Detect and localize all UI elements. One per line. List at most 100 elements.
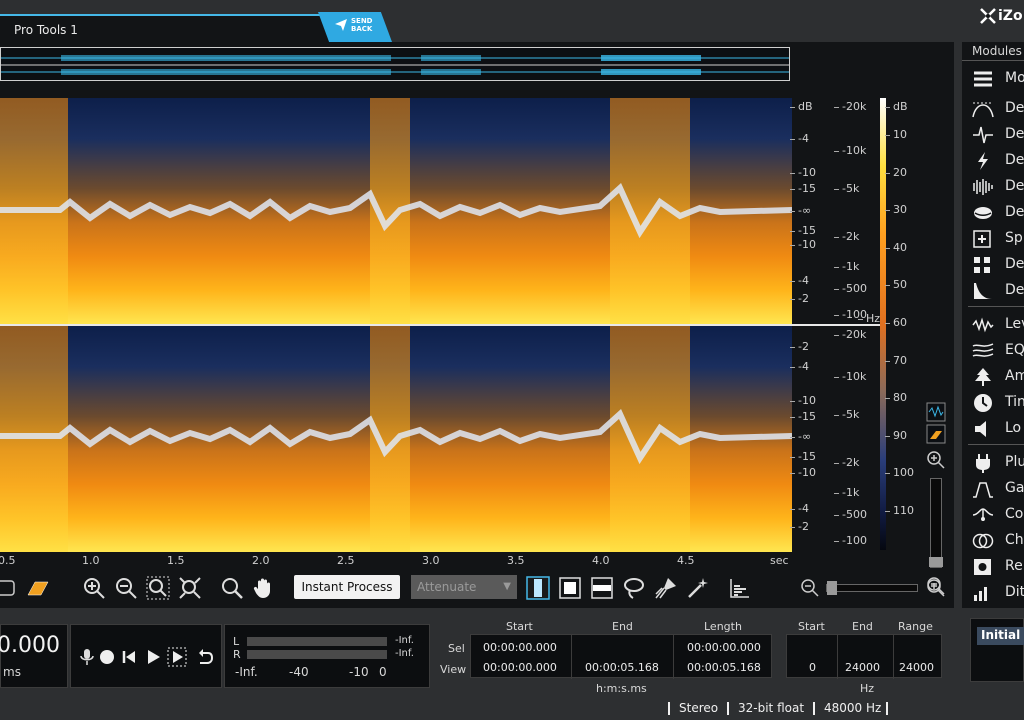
view-length[interactable]: 00:00:05.168 <box>687 661 761 674</box>
channel-ops-icon <box>972 533 994 549</box>
module-item[interactable]: Tin <box>962 390 1024 416</box>
hand-tool-icon[interactable] <box>252 576 276 600</box>
loop-button[interactable] <box>195 647 215 667</box>
module-item[interactable]: De <box>962 148 1024 174</box>
play-selection-button[interactable] <box>167 647 187 667</box>
db-tick: -2 <box>790 292 809 305</box>
db-tick: -4 <box>790 502 809 515</box>
time-frequency-selection-icon[interactable] <box>558 576 582 600</box>
sel-start[interactable]: 00:00:00.000 <box>483 641 557 654</box>
time-tick: 0.5 <box>0 554 16 567</box>
vertical-zoom-in-icon[interactable] <box>926 450 946 470</box>
module-item[interactable]: Lev <box>962 312 1024 338</box>
speaker-icon <box>975 421 986 437</box>
module-label: EQ <box>1005 342 1024 358</box>
module-item[interactable]: Lo <box>962 416 1024 442</box>
brush-tool-icon[interactable] <box>654 576 678 600</box>
attenuate-dropdown[interactable]: Attenuate ▼ <box>411 575 517 599</box>
tab-pro-tools[interactable]: Pro Tools 1 <box>0 14 330 42</box>
ambience-tree-icon <box>975 368 991 386</box>
waveform-overview[interactable] <box>0 47 790 81</box>
preset-list: Initial S <box>970 618 1024 682</box>
frequency-table: 0 24000 24000 <box>786 634 942 679</box>
freq-end[interactable]: 24000 <box>845 661 880 674</box>
meter-left-value: -Inf. <box>395 635 414 646</box>
lasso-tool-icon[interactable] <box>622 576 646 600</box>
module-label: De <box>1005 256 1024 272</box>
rewind-button[interactable] <box>119 647 139 667</box>
module-item[interactable]: Ch <box>962 528 1024 554</box>
db-tick: -10 <box>790 466 816 479</box>
zoom-selection-icon[interactable] <box>146 576 170 600</box>
spectrogram-left-channel[interactable] <box>0 98 792 324</box>
spectrogram-toggle-icon[interactable] <box>26 576 50 600</box>
module-item[interactable]: Plu <box>962 450 1024 476</box>
module-item[interactable]: Ga <box>962 476 1024 502</box>
module-item[interactable]: Am <box>962 364 1024 390</box>
freq-start[interactable]: 0 <box>809 661 816 674</box>
horizontal-zoom-thumb[interactable] <box>827 581 837 595</box>
zoom-tool-icon[interactable] <box>220 576 244 600</box>
zoom-fit-icon[interactable] <box>178 576 202 600</box>
freq-range[interactable]: 24000 <box>899 661 934 674</box>
module-item[interactable]: Dit <box>962 580 1024 606</box>
module-item[interactable]: De <box>962 122 1024 148</box>
right-waveform <box>0 409 792 465</box>
play-button[interactable] <box>143 647 163 667</box>
spectrogram[interactable] <box>0 98 880 552</box>
module-item[interactable]: Re <box>962 554 1024 580</box>
spectrogram-view-icon[interactable] <box>926 424 946 444</box>
sel-length[interactable]: 00:00:00.000 <box>687 641 761 654</box>
waveform-view-icon[interactable] <box>926 402 946 422</box>
transport-area: 0.000 ms L R -Inf. -Inf. -Inf. -40 -10 0… <box>0 612 1024 696</box>
zoom-in-icon[interactable] <box>82 576 106 600</box>
selection-table: 00:00:00.000 00:00:00.000 00:00:00.000 0… <box>470 634 772 679</box>
module-item[interactable]: Mo <box>962 66 1024 92</box>
module-item[interactable]: Sp <box>962 226 1024 252</box>
view-end[interactable]: 00:00:05.168 <box>585 661 659 674</box>
divider <box>673 635 674 679</box>
module-item[interactable]: De <box>962 252 1024 278</box>
cb-tick: 80 <box>885 391 907 404</box>
meter-scale: -Inf. <box>235 665 258 679</box>
toggle-button[interactable] <box>0 576 18 600</box>
module-item[interactable]: Co <box>962 502 1024 528</box>
status-channels: Stereo <box>679 701 719 715</box>
microphone-icon[interactable] <box>77 647 97 667</box>
spectrogram-right-channel[interactable] <box>0 326 792 552</box>
view-start[interactable]: 00:00:00.000 <box>483 661 557 674</box>
vertical-zoom-slider[interactable] <box>929 478 943 568</box>
meter-scale: 0 <box>379 665 387 679</box>
send-back-button[interactable]: SEND BACK <box>318 12 392 42</box>
module-item[interactable]: De <box>962 96 1024 122</box>
time-selection-tool-icon[interactable] <box>526 576 550 600</box>
module-item[interactable]: De <box>962 200 1024 226</box>
vertical-zoom-thumb[interactable] <box>929 557 943 567</box>
record-button[interactable] <box>97 647 117 667</box>
horizontal-zoom-out-icon[interactable] <box>798 576 822 600</box>
horizontal-zoom-slider[interactable] <box>826 581 918 595</box>
magic-wand-icon[interactable] <box>686 576 710 600</box>
module-label: De <box>1005 178 1024 194</box>
editor-toolbar: Instant Process Attenuate ▼ <box>0 572 954 604</box>
cb-tick: 40 <box>885 241 907 254</box>
module-label: Ch <box>1005 532 1024 548</box>
module-item[interactable]: EQ <box>962 338 1024 364</box>
horizontal-zoom-in-icon[interactable] <box>924 576 948 600</box>
instant-process-button[interactable]: Instant Process <box>294 575 400 599</box>
module-label: Sp <box>1005 230 1023 246</box>
time-format-label: h:m:s.ms <box>596 682 647 695</box>
preset-item-selected[interactable]: Initial S <box>977 627 1024 645</box>
db-tick: -10 <box>790 238 816 251</box>
module-label: De <box>1005 152 1024 168</box>
meter-left-label: L <box>233 635 240 648</box>
module-item[interactable]: De <box>962 174 1024 200</box>
zoom-out-icon[interactable] <box>114 576 138 600</box>
spectrum-analyzer-icon[interactable] <box>728 576 752 600</box>
module-item[interactable]: De <box>962 278 1024 304</box>
frequency-selection-icon[interactable] <box>590 576 614 600</box>
hz-tick: -2k <box>833 456 860 469</box>
timecode-unit: ms <box>3 665 21 679</box>
db-tick: -4 <box>790 274 809 287</box>
status-samplerate: 48000 Hz <box>824 701 882 715</box>
